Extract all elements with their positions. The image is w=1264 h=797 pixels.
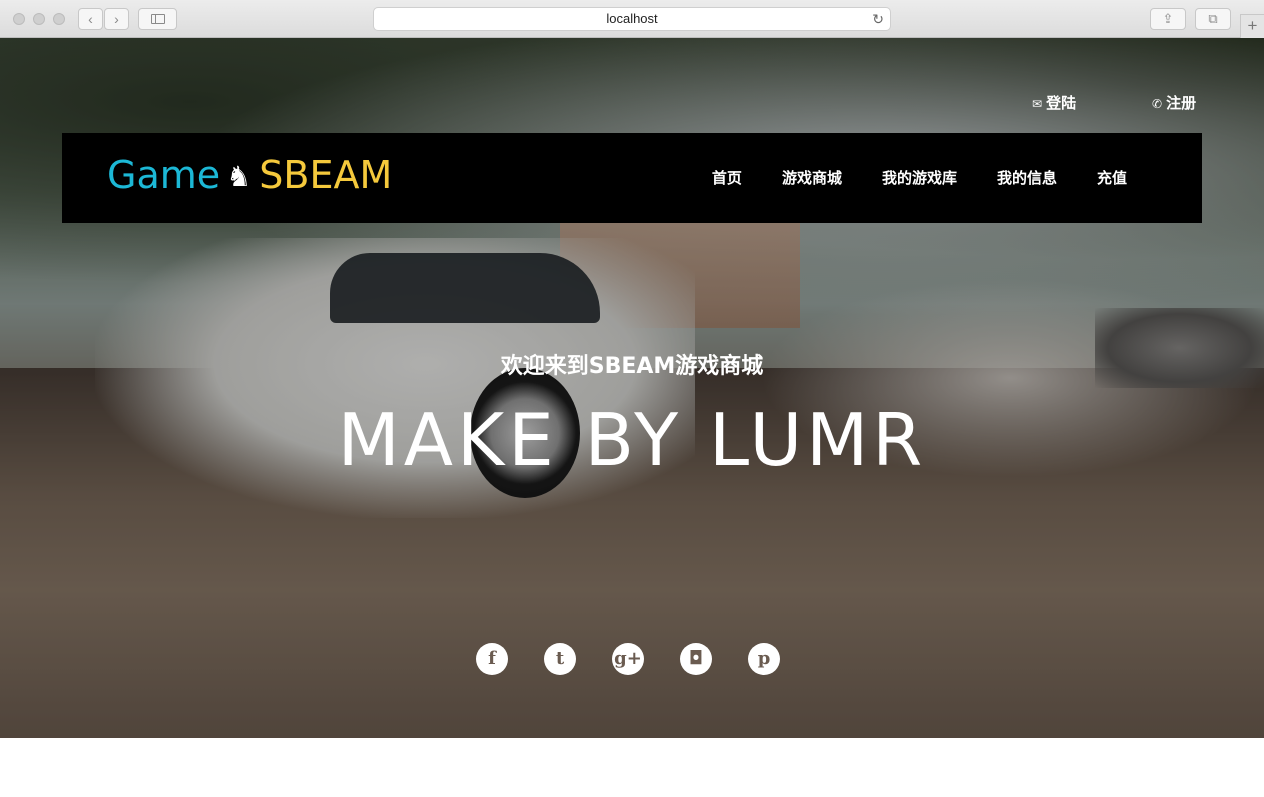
close-window-button[interactable] bbox=[13, 13, 25, 25]
plus-icon: + bbox=[1247, 16, 1258, 35]
tabs-overview-button[interactable]: ⧉ bbox=[1195, 8, 1231, 30]
back-button[interactable]: ‹ bbox=[78, 8, 103, 30]
welcome-text: 欢迎来到SBEAM游戏商城 bbox=[500, 354, 764, 379]
mail-icon: ✉ bbox=[1032, 97, 1043, 111]
chevron-left-icon: ‹ bbox=[88, 11, 93, 27]
nav-menu: 首页 游戏商城 我的游戏库 我的信息 充值 bbox=[712, 167, 1127, 188]
chevron-right-icon: › bbox=[114, 11, 119, 27]
register-link[interactable]: ✆ 注册 bbox=[1152, 92, 1196, 113]
sidebar-toggle-button[interactable] bbox=[138, 8, 177, 30]
instagram-icon[interactable]: ◘ bbox=[680, 643, 712, 675]
forward-button[interactable]: › bbox=[104, 8, 129, 30]
nav-item-home[interactable]: 首页 bbox=[712, 167, 742, 188]
chess-knight-icon: ♞ bbox=[226, 160, 252, 193]
nav-item-store[interactable]: 游戏商城 bbox=[782, 167, 842, 188]
site-logo[interactable]: Game ♞ SBEAM bbox=[107, 153, 392, 197]
twitter-icon[interactable]: t bbox=[544, 643, 576, 675]
logo-text-game: Game bbox=[107, 153, 221, 197]
hero-headline: MAKE BY LUMR bbox=[337, 398, 927, 482]
tabs-icon: ⧉ bbox=[1208, 11, 1218, 26]
sidebar-icon bbox=[151, 14, 165, 24]
phone-icon: ✆ bbox=[1152, 97, 1163, 111]
share-icon: ⇪ bbox=[1162, 11, 1174, 26]
login-link[interactable]: ✉ 登陆 bbox=[1032, 92, 1076, 113]
register-label: 注册 bbox=[1166, 94, 1197, 112]
login-label: 登陆 bbox=[1046, 94, 1077, 112]
nav-item-recharge[interactable]: 充值 bbox=[1097, 167, 1127, 188]
hero-banner: ✉ 登陆 ✆ 注册 Game ♞ SBEAM 首页 游戏商城 我的游戏库 我的信息 充值… bbox=[0, 38, 1264, 738]
minimize-window-button[interactable] bbox=[33, 13, 45, 25]
new-tab-button[interactable]: + bbox=[1240, 14, 1264, 38]
nav-item-library[interactable]: 我的游戏库 bbox=[882, 167, 957, 188]
browser-toolbar: ‹ › localhost ↻ ⇪ ⧉ + bbox=[0, 0, 1264, 38]
google-plus-icon[interactable]: g+ bbox=[612, 643, 644, 675]
zoom-window-button[interactable] bbox=[53, 13, 65, 25]
pinterest-icon[interactable]: p bbox=[748, 643, 780, 675]
address-text: localhost bbox=[606, 11, 658, 26]
logo-text-sbeam: SBEAM bbox=[259, 153, 393, 197]
main-navbar: Game ♞ SBEAM 首页 游戏商城 我的游戏库 我的信息 充值 bbox=[62, 133, 1202, 223]
social-links: f t g+ ◘ p bbox=[476, 643, 780, 675]
share-button[interactable]: ⇪ bbox=[1150, 8, 1186, 30]
nav-item-profile[interactable]: 我的信息 bbox=[997, 167, 1057, 188]
address-bar[interactable]: localhost ↻ bbox=[373, 7, 891, 31]
facebook-icon[interactable]: f bbox=[476, 643, 508, 675]
reload-icon[interactable]: ↻ bbox=[872, 8, 884, 30]
